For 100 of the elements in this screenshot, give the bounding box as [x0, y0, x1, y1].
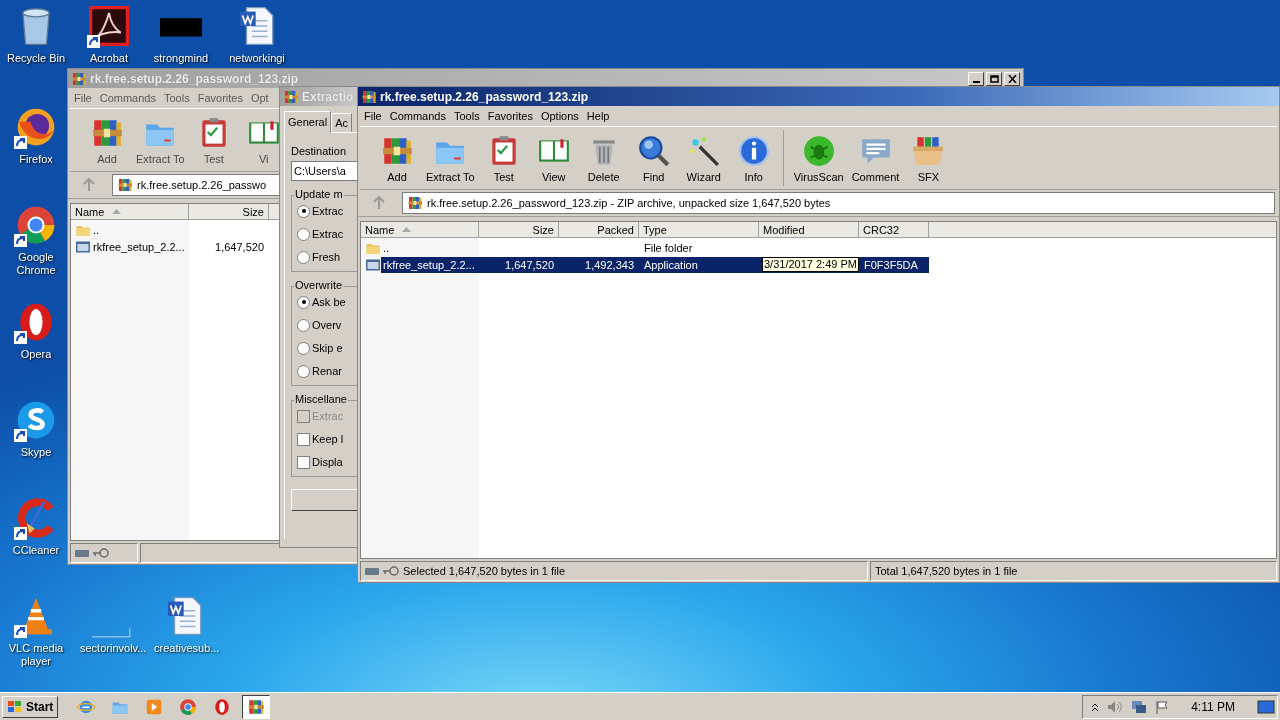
destination-field[interactable]: C:\Users\a: [291, 161, 357, 181]
toolbar-button[interactable]: Comment: [847, 130, 904, 186]
tab[interactable]: General: [284, 111, 332, 133]
radio-button[interactable]: [297, 250, 310, 264]
archive-icon: [71, 70, 87, 87]
radio-button[interactable]: [297, 204, 310, 218]
checkbox[interactable]: [297, 455, 310, 469]
toolbar-button[interactable]: Add: [372, 130, 422, 186]
caret-icon[interactable]: [1091, 701, 1100, 712]
option-label: Renar: [312, 365, 342, 377]
menu-item[interactable]: Tools: [160, 92, 194, 104]
column-header[interactable]: CRC32: [859, 222, 929, 238]
close-button[interactable]: [1004, 71, 1020, 86]
blank-file-icon: [90, 628, 132, 638]
file-name[interactable]: ..: [91, 221, 189, 238]
cell-tooltip: 3/31/2017 2:49 PM: [762, 257, 859, 272]
maximize-button[interactable]: [986, 71, 1002, 86]
column-header[interactable]: Size: [479, 222, 559, 238]
column-header[interactable]: Name: [361, 222, 479, 238]
checkbox[interactable]: [297, 432, 310, 446]
status-text: Selected 1,647,520 bytes in 1 file: [403, 565, 566, 577]
column-header[interactable]: Packed: [559, 222, 639, 238]
desktop-icon-label[interactable]: Opera: [20, 348, 52, 361]
menu-item[interactable]: Commands: [385, 110, 450, 122]
radio-button[interactable]: [297, 227, 310, 241]
show-desktop-icon[interactable]: [1257, 699, 1275, 714]
toolbar-button[interactable]: Find: [628, 130, 679, 186]
desktop-icon-label[interactable]: VLC media player: [5, 642, 67, 668]
toolbar-button[interactable]: Extract To: [422, 130, 479, 186]
key-icon: [383, 566, 399, 576]
start-button[interactable]: Start: [2, 695, 59, 718]
dialog-button[interactable]: [291, 489, 357, 511]
search-icon: [636, 133, 671, 168]
toolbar-button[interactable]: Add: [82, 112, 132, 168]
archive-icon: [361, 88, 377, 105]
archive-icon: [407, 195, 423, 211]
option-label: Fresh: [312, 251, 341, 263]
option-label: Ask be: [312, 296, 346, 308]
option-label: Skip e: [312, 342, 343, 354]
menu-item[interactable]: Options: [536, 110, 583, 122]
menu-item[interactable]: File: [360, 110, 386, 122]
desktop-icon-label[interactable]: Google Chrome: [5, 251, 67, 277]
toolbar-button[interactable]: Test: [478, 130, 529, 186]
taskbar-app-button[interactable]: [242, 694, 271, 719]
file-name[interactable]: rkfree_setup_2.2...: [91, 238, 189, 255]
column-header[interactable]: Name: [71, 204, 189, 220]
desktop-icon-label[interactable]: Firefox: [19, 153, 53, 166]
menu-item[interactable]: Help: [582, 110, 614, 122]
skype-icon: [15, 399, 57, 441]
speaker-icon[interactable]: [1107, 699, 1124, 714]
desktop-icon-label[interactable]: Acrobat: [90, 52, 128, 65]
sort-arrow-icon: [112, 209, 122, 214]
group-title: Overwrite: [294, 279, 344, 291]
menu-item[interactable]: Favorites: [483, 110, 537, 122]
toolbar-button[interactable]: SFX: [903, 130, 954, 186]
radio-button[interactable]: [297, 341, 310, 355]
desktop-icon-label[interactable]: strongmind: [153, 52, 209, 65]
table-cell-text: 1,647,520: [214, 239, 265, 255]
minimize-button[interactable]: [968, 71, 984, 86]
minimize-icon: [972, 80, 980, 83]
radio-button[interactable]: [297, 318, 310, 332]
column-header[interactable]: Modified: [759, 222, 859, 238]
toolbar-button[interactable]: Test: [188, 112, 239, 168]
table-cell: 1,492,343: [559, 256, 639, 273]
play-icon: [145, 697, 164, 716]
file-name[interactable]: rkfree_setup_2.2...: [381, 256, 479, 273]
drive-icon: [365, 567, 379, 575]
firefox-icon: [15, 106, 57, 148]
toolbar-button[interactable]: Info: [728, 130, 779, 186]
desktop-icon-label[interactable]: networkingi: [229, 52, 285, 65]
clock[interactable]: 4:11 PM: [1191, 699, 1235, 714]
menu-item[interactable]: Opt: [246, 92, 273, 104]
file-name[interactable]: ..: [381, 239, 479, 256]
toolbar-button[interactable]: Delete: [578, 130, 629, 186]
menu-item[interactable]: Commands: [95, 92, 160, 104]
column-header[interactable]: Size: [189, 204, 269, 220]
radio-button[interactable]: [297, 295, 310, 309]
group-title: Miscellane: [294, 393, 348, 405]
address-field[interactable]: rk.free.setup.2.26_password_123.zip - ZIP archive, unpacked size 1,647,520 bytes: [402, 192, 1275, 214]
toolbar-button[interactable]: VirusScan: [789, 130, 848, 186]
menu-item[interactable]: File: [70, 92, 96, 104]
toolbar-button[interactable]: Wizard: [678, 130, 729, 186]
toolbar-button[interactable]: View: [528, 130, 579, 186]
ccleaner-icon: [15, 497, 57, 539]
dialog-title: Extractio: [302, 89, 354, 104]
network-icon[interactable]: [1131, 699, 1148, 714]
radio-button[interactable]: [297, 364, 310, 378]
desktop-icon-label[interactable]: Recycle Bin: [6, 52, 66, 65]
desktop-icon-label[interactable]: CCleaner: [12, 544, 60, 557]
menu-item[interactable]: Tools: [450, 110, 484, 122]
flag-icon[interactable]: [1155, 699, 1170, 714]
menu-item[interactable]: Favorites: [193, 92, 247, 104]
column-header[interactable]: Type: [639, 222, 759, 238]
archive-icon: [247, 697, 266, 716]
desktop-icon-label[interactable]: Skype: [20, 446, 52, 459]
sort-arrow-icon: [402, 227, 412, 232]
table-cell: F0F3F5DA: [859, 256, 929, 273]
toolbar-button[interactable]: Extract To: [132, 112, 189, 168]
up-arrow-icon: [373, 196, 385, 210]
tab[interactable]: Ac: [331, 113, 352, 132]
